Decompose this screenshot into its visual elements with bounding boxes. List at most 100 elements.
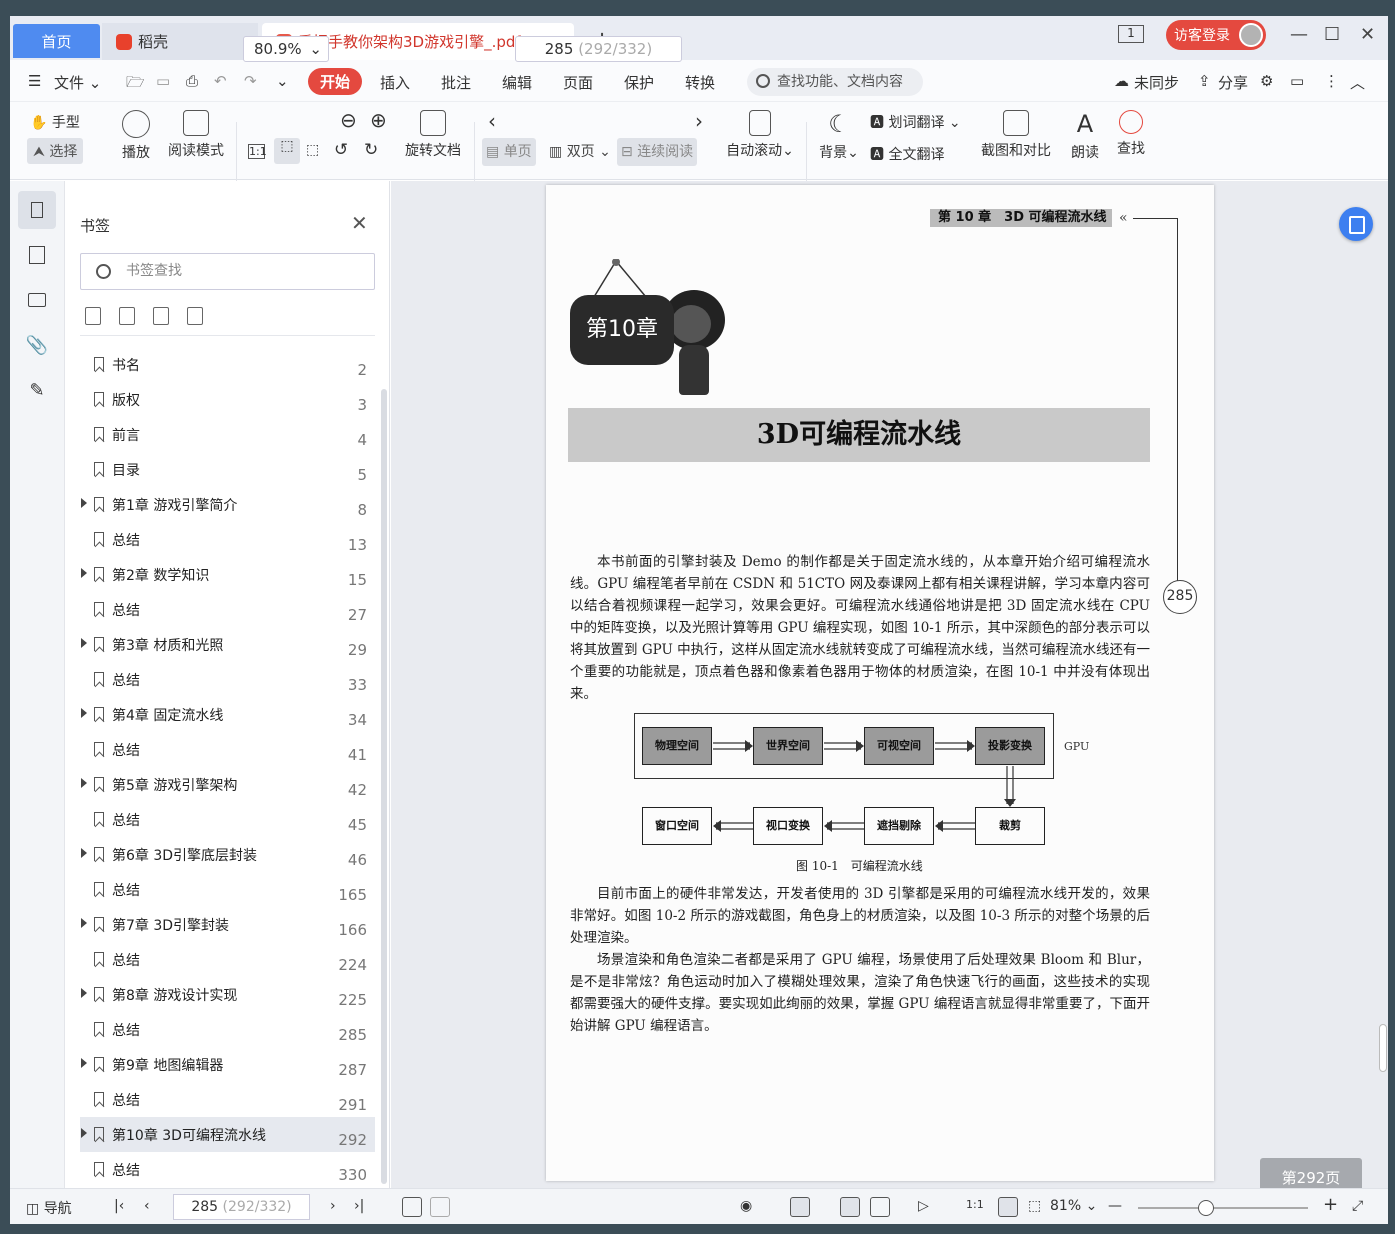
expand-arrow-icon[interactable] xyxy=(81,1128,87,1138)
menu-protect[interactable]: 保护 xyxy=(624,72,654,93)
read-aloud-button[interactable]: A 朗读 xyxy=(1068,110,1102,162)
read-mode-button[interactable]: 阅读模式 xyxy=(164,110,228,160)
bookmark-item[interactable]: 第4章 固定流水线 34 xyxy=(80,697,375,732)
prev-page-icon[interactable]: ‹ xyxy=(488,109,496,133)
bookmark-item[interactable]: 总结 224 xyxy=(80,942,375,977)
expand-arrow-icon[interactable] xyxy=(81,988,87,998)
full-translate-button[interactable]: 🅰 全文翻译 xyxy=(870,144,944,164)
play-icon[interactable]: ▷ xyxy=(918,1198,929,1214)
bookmark-icon[interactable] xyxy=(18,191,56,229)
zoom-in-icon[interactable]: ⊕ xyxy=(370,108,387,132)
zoom-slider-track[interactable] xyxy=(1138,1207,1308,1209)
zoom-out-icon[interactable]: ⊖ xyxy=(340,108,357,132)
menu-convert[interactable]: 转换 xyxy=(685,72,715,93)
next-page-icon[interactable]: › xyxy=(695,109,703,133)
redo-icon[interactable]: ↷ xyxy=(244,72,257,90)
signature-icon[interactable]: ✎ xyxy=(18,371,56,409)
next-page-icon[interactable]: › xyxy=(330,1198,336,1214)
screenshot-compare-button[interactable]: 截图和对比 xyxy=(978,110,1054,160)
bookmark-item[interactable]: 前言 4 xyxy=(80,417,375,452)
floating-tool-button[interactable] xyxy=(1339,207,1373,241)
bookmark-item[interactable]: 版权 3 xyxy=(80,382,375,417)
bookmark-item[interactable]: 第9章 地图编辑器 287 xyxy=(80,1047,375,1082)
guest-login-button[interactable]: 访客登录 xyxy=(1166,20,1266,50)
navigation-toggle[interactable]: ◫ 导航 xyxy=(26,1198,72,1218)
word-translate-button[interactable]: 🅰 划词翻译 ⌄ xyxy=(870,112,961,132)
auto-scroll-button[interactable]: 自动滚动⌄ xyxy=(722,110,798,160)
settings-gear-icon[interactable]: ⚙ xyxy=(1260,72,1273,90)
zoom-out-button[interactable]: — xyxy=(1108,1198,1122,1214)
back-icon[interactable] xyxy=(402,1197,422,1217)
continuous-mode-icon[interactable] xyxy=(790,1197,810,1217)
bookmark-item[interactable]: 总结 33 xyxy=(80,662,375,697)
maximize-button[interactable]: ☐ xyxy=(1324,24,1340,45)
sync-status[interactable]: 未同步 xyxy=(1134,72,1179,93)
background-button[interactable]: ☾ 背景⌄ xyxy=(816,110,862,162)
zoom-in-button[interactable]: + xyxy=(1323,1194,1338,1215)
bookmark-item[interactable]: 第1章 游戏引擎简介 8 xyxy=(80,487,375,522)
eye-protection-icon[interactable]: ◉ xyxy=(740,1198,752,1214)
fit-width-icon[interactable]: ⬚ xyxy=(1028,1198,1041,1214)
zoom-level[interactable]: 81% ⌄ xyxy=(1050,1198,1097,1214)
tab-home[interactable]: 首页 xyxy=(13,24,100,58)
expand-arrow-icon[interactable] xyxy=(81,498,87,508)
share-icon[interactable]: ⇪ xyxy=(1198,72,1211,90)
thumbnail-icon[interactable] xyxy=(18,236,56,274)
bookmark-item[interactable]: 总结 165 xyxy=(80,872,375,907)
minimize-button[interactable]: — xyxy=(1290,24,1308,45)
fit-page-icon[interactable] xyxy=(998,1197,1018,1217)
zoom-slider-knob[interactable] xyxy=(1198,1200,1214,1216)
bookmark-scrollbar[interactable] xyxy=(381,389,387,1184)
last-page-icon[interactable]: ›| xyxy=(354,1198,364,1214)
rotate-document-button[interactable]: 旋转文档 xyxy=(402,110,464,160)
expand-arrow-icon[interactable] xyxy=(81,1058,87,1068)
fit-width-icon[interactable]: ⬚ xyxy=(306,142,319,158)
window-count-badge[interactable]: 1 xyxy=(1118,25,1144,43)
bookmark-item[interactable]: 总结 285 xyxy=(80,1012,375,1047)
bookmark-item[interactable]: 第8章 游戏设计实现 225 xyxy=(80,977,375,1012)
delete-bookmark-icon[interactable] xyxy=(187,307,203,325)
close-icon[interactable]: ✕ xyxy=(351,211,368,235)
hamburger-icon[interactable]: ☰ xyxy=(28,72,41,90)
zoom-select[interactable]: 80.9% ⌄ xyxy=(243,36,329,62)
comment-icon[interactable]: ▭ xyxy=(1290,72,1304,90)
collapse-ribbon-icon[interactable]: ︿ xyxy=(1350,72,1365,93)
bookmark-item[interactable]: 书名 2 xyxy=(80,347,375,382)
double-page-button[interactable]: ▥ 双页 ⌄ xyxy=(545,138,615,166)
expand-arrow-icon[interactable] xyxy=(81,638,87,648)
menu-insert[interactable]: 插入 xyxy=(380,72,410,93)
menu-edit[interactable]: 编辑 xyxy=(502,72,532,93)
menu-annotate[interactable]: 批注 xyxy=(441,72,471,93)
tab-daoke[interactable]: 稻壳 xyxy=(102,23,258,60)
rotate-right-icon[interactable]: ↻ xyxy=(364,140,378,160)
bookmark-item[interactable]: 总结 291 xyxy=(80,1082,375,1117)
share-button[interactable]: 分享 xyxy=(1218,72,1248,93)
find-button[interactable]: 查找 xyxy=(1114,110,1148,158)
bookmark-item[interactable]: 第7章 3D引擎封装 166 xyxy=(80,907,375,942)
bookmark-item[interactable]: 总结 13 xyxy=(80,522,375,557)
bookmark-item[interactable]: 第3章 材质和光照 29 xyxy=(80,627,375,662)
attachment-icon[interactable]: 📎 xyxy=(18,326,56,364)
document-scrollbar[interactable] xyxy=(1379,1024,1387,1072)
bookmark-search-input[interactable]: 书签查找 xyxy=(80,253,375,290)
fit-page-icon[interactable]: ⬚ xyxy=(274,138,300,164)
fullscreen-icon[interactable]: ⤢ xyxy=(1352,1198,1363,1214)
menu-page[interactable]: 页面 xyxy=(563,72,593,93)
expand-all-icon[interactable] xyxy=(85,307,101,325)
file-menu[interactable]: 文件 ⌄ xyxy=(54,72,101,93)
bookmark-item[interactable]: 总结 41 xyxy=(80,732,375,767)
bookmark-item[interactable]: 总结 330 xyxy=(80,1152,375,1187)
feature-search-input[interactable]: 查找功能、文档内容 xyxy=(747,68,923,96)
bookmark-item[interactable]: 第2章 数学知识 15 xyxy=(80,557,375,592)
print-icon[interactable]: ⎙ xyxy=(186,72,198,90)
page-number-input[interactable]: 285 (292/332) xyxy=(515,36,682,62)
bookmark-item[interactable]: 目录 5 xyxy=(80,452,375,487)
bookmark-item[interactable]: 第5章 游戏引擎架构 42 xyxy=(80,767,375,802)
prev-page-icon[interactable]: ‹ xyxy=(144,1198,150,1214)
menu-start[interactable]: 开始 xyxy=(308,68,363,95)
more-vertical-icon[interactable]: ⋮ xyxy=(1324,72,1339,90)
undo-icon[interactable]: ↶ xyxy=(214,72,227,90)
single-page-mode-icon[interactable] xyxy=(840,1197,860,1217)
actual-size-icon[interactable]: 1:1 xyxy=(248,144,267,159)
more-chevron-icon[interactable]: ⌄ xyxy=(276,72,289,90)
